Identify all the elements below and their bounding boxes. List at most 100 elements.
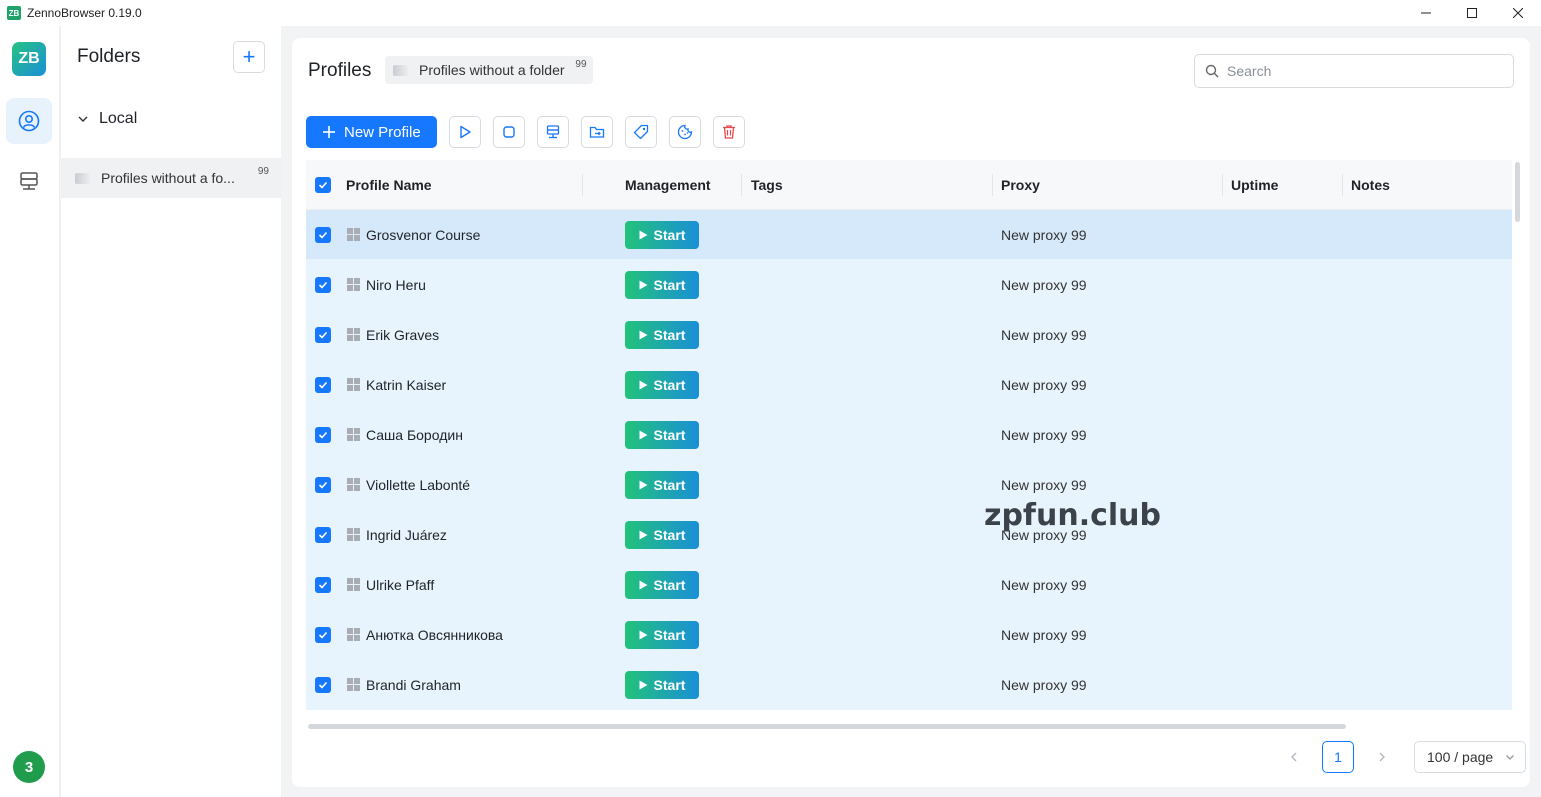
vertical-scrollbar[interactable]	[1515, 162, 1520, 222]
drag-handle-icon[interactable]	[347, 328, 360, 341]
chevron-left-icon	[1291, 752, 1297, 762]
table-row[interactable]: Анютка Овсянникова Start New proxy 99	[306, 610, 1512, 660]
drag-handle-icon[interactable]	[347, 678, 360, 691]
search-input[interactable]	[1227, 63, 1497, 79]
stop-selected-button[interactable]	[492, 116, 525, 148]
table-row[interactable]: Viollette Labonté Start New proxy 99	[306, 460, 1512, 510]
profile-name[interactable]: Erik Graves	[366, 327, 439, 343]
start-profile-button[interactable]: Start	[625, 270, 699, 299]
column-divider[interactable]	[1222, 174, 1223, 196]
drag-handle-icon[interactable]	[347, 278, 360, 291]
page-number-button[interactable]: 1	[1322, 741, 1354, 773]
start-label: Start	[653, 376, 686, 393]
table-row[interactable]: Ulrike Pfaff Start New proxy 99	[306, 560, 1512, 610]
check-icon	[318, 331, 328, 339]
stop-icon	[503, 126, 515, 138]
cookies-button[interactable]	[668, 116, 701, 148]
column-divider[interactable]	[741, 174, 742, 196]
add-folder-button[interactable]: +	[233, 41, 265, 73]
horizontal-scrollbar[interactable]	[308, 724, 1346, 729]
column-header-uptime[interactable]: Uptime	[1231, 177, 1278, 193]
chevron-down-icon	[1506, 755, 1514, 760]
minimize-button[interactable]	[1403, 0, 1449, 26]
column-divider[interactable]	[582, 174, 583, 196]
table-row[interactable]: Niro Heru Start New proxy 99	[306, 260, 1512, 310]
profile-name[interactable]: Brandi Graham	[366, 677, 461, 693]
profile-name[interactable]: Ulrike Pfaff	[366, 577, 434, 593]
table-row[interactable]: Ingrid Juárez Start New proxy 99	[306, 510, 1512, 560]
folder-group-local[interactable]: Local	[77, 110, 137, 128]
row-checkbox[interactable]	[315, 226, 331, 243]
table-row[interactable]: Grosvenor Course Start New proxy 99	[306, 210, 1512, 260]
start-profile-button[interactable]: Start	[625, 670, 699, 699]
row-checkbox[interactable]	[315, 376, 331, 393]
profile-name[interactable]: Niro Heru	[366, 277, 426, 293]
profile-name[interactable]: Анютка Овсянникова	[366, 627, 503, 643]
start-profile-button[interactable]: Start	[625, 320, 699, 349]
drag-handle-icon[interactable]	[347, 428, 360, 441]
row-checkbox[interactable]	[315, 526, 331, 543]
assign-proxy-button[interactable]	[536, 116, 569, 148]
tags-button[interactable]	[624, 116, 657, 148]
profile-name[interactable]: Grosvenor Course	[366, 227, 480, 243]
drag-handle-icon[interactable]	[347, 378, 360, 391]
row-checkbox[interactable]	[315, 626, 331, 643]
app-icon: ZB	[7, 6, 21, 20]
start-profile-button[interactable]: Start	[625, 520, 699, 549]
table-row[interactable]: Katrin Kaiser Start New proxy 99	[306, 360, 1512, 410]
prev-page-button[interactable]	[1282, 741, 1306, 773]
move-to-folder-button[interactable]	[580, 116, 613, 148]
next-page-button[interactable]	[1370, 741, 1394, 773]
search-icon	[1205, 64, 1219, 78]
profile-name[interactable]: Саша Бородин	[366, 427, 463, 443]
column-header-name[interactable]: Profile Name	[346, 177, 432, 193]
table-row[interactable]: Erik Graves Start New proxy 99	[306, 310, 1512, 360]
drag-handle-icon[interactable]	[347, 228, 360, 241]
start-profile-button[interactable]: Start	[625, 570, 699, 599]
nav-proxies[interactable]	[6, 158, 52, 204]
row-checkbox[interactable]	[315, 276, 331, 293]
column-divider[interactable]	[992, 174, 993, 196]
table-row[interactable]: Brandi Graham Start New proxy 99	[306, 660, 1512, 710]
start-profile-button[interactable]: Start	[625, 370, 699, 399]
column-divider[interactable]	[1342, 174, 1343, 196]
start-profile-button[interactable]: Start	[625, 420, 699, 449]
select-all-checkbox[interactable]	[315, 176, 331, 193]
delete-button[interactable]	[712, 116, 745, 148]
row-checkbox[interactable]	[315, 476, 331, 493]
row-checkbox[interactable]	[315, 326, 331, 343]
drag-handle-icon[interactable]	[347, 478, 360, 491]
play-icon	[639, 280, 648, 289]
profile-proxy: New proxy 99	[1001, 226, 1087, 243]
drag-handle-icon[interactable]	[347, 578, 360, 591]
profile-name[interactable]: Ingrid Juárez	[366, 527, 447, 543]
profile-name[interactable]: Viollette Labonté	[366, 477, 470, 493]
start-selected-button[interactable]	[448, 116, 481, 148]
table-row[interactable]: Саша Бородин Start New proxy 99	[306, 410, 1512, 460]
new-profile-button[interactable]: New Profile	[306, 116, 437, 148]
close-button[interactable]	[1495, 0, 1541, 26]
row-checkbox[interactable]	[315, 576, 331, 593]
row-checkbox[interactable]	[315, 426, 331, 443]
chevron-right-icon	[1379, 752, 1385, 762]
column-header-tags[interactable]: Tags	[751, 177, 783, 193]
search-box	[1194, 54, 1514, 88]
start-profile-button[interactable]: Start	[625, 620, 699, 649]
page-size-select[interactable]: 100 / page	[1414, 741, 1526, 773]
nav-profiles[interactable]	[6, 98, 52, 144]
drag-handle-icon[interactable]	[347, 528, 360, 541]
start-profile-button[interactable]: Start	[625, 220, 699, 249]
column-header-notes[interactable]: Notes	[1351, 177, 1390, 193]
row-checkbox[interactable]	[315, 676, 331, 693]
check-icon	[318, 581, 328, 589]
notification-badge[interactable]: 3	[13, 751, 45, 783]
column-header-management[interactable]: Management	[625, 177, 711, 193]
folder-item-no-folder[interactable]: Profiles without a fo... 99	[61, 158, 281, 198]
page-title: Profiles	[308, 60, 372, 81]
start-profile-button[interactable]: Start	[625, 470, 699, 499]
maximize-button[interactable]	[1449, 0, 1495, 26]
column-header-proxy[interactable]: Proxy	[1001, 177, 1040, 193]
folder-chip-count: 99	[575, 59, 587, 70]
profile-name[interactable]: Katrin Kaiser	[366, 377, 446, 393]
drag-handle-icon[interactable]	[347, 628, 360, 641]
